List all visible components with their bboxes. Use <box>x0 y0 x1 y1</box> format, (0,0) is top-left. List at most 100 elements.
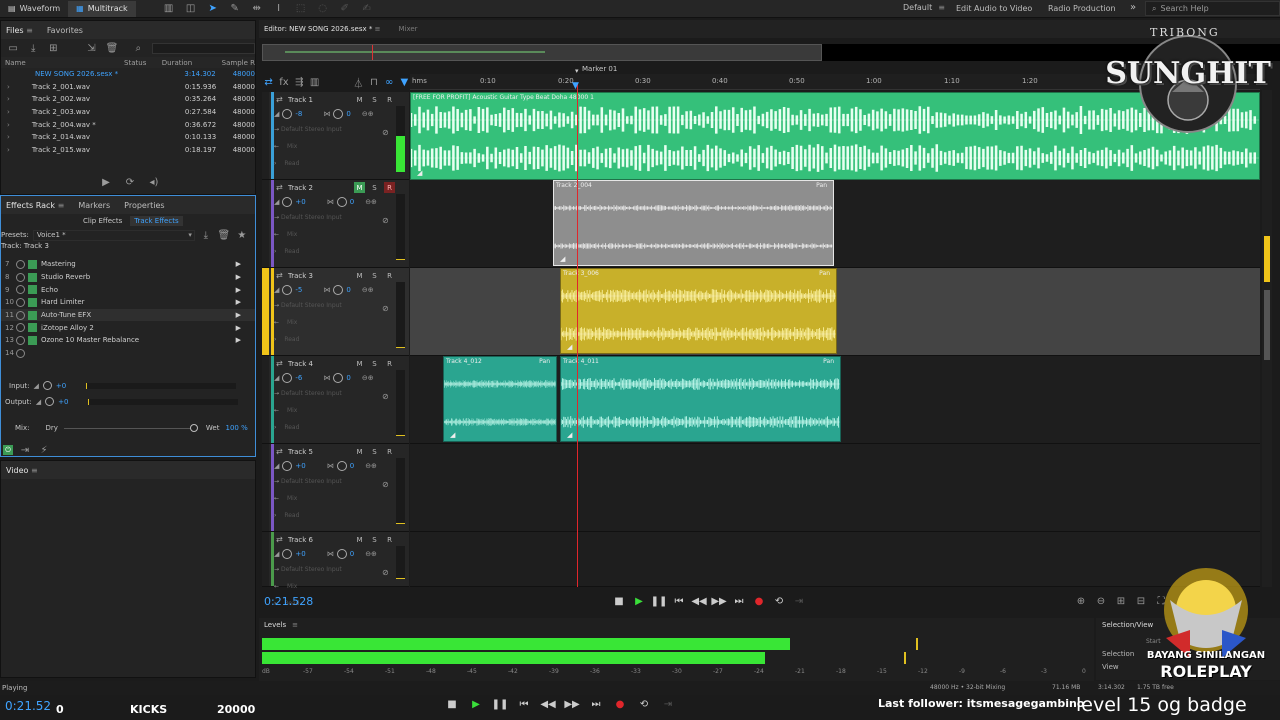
autoplay-icon[interactable]: ◂) <box>147 175 161 189</box>
tab-effects-rack[interactable]: Effects Rack ≡ <box>6 201 64 210</box>
solo-button[interactable]: S <box>369 358 380 369</box>
clip-pan-label[interactable]: Pan <box>539 358 550 365</box>
mini-loop-icon[interactable]: ⟲ <box>637 697 651 711</box>
files-search-input[interactable] <box>152 42 255 54</box>
eq-icon[interactable]: ▥ <box>310 75 319 89</box>
effect-enabled-icon[interactable] <box>28 335 37 345</box>
track-output-select[interactable]: Mix <box>287 231 297 238</box>
automation-expand-icon[interactable]: › <box>274 160 276 167</box>
tab-video[interactable]: Video ≡ <box>6 466 38 475</box>
subtab-clip-effects[interactable]: Clip Effects <box>83 217 122 225</box>
pan-value[interactable]: 0 <box>350 462 354 470</box>
effect-slot[interactable]: 12 iZotope Alloy 2 ▶ <box>1 321 255 334</box>
import-icon[interactable]: ⤓ <box>27 41 39 55</box>
automation-expand-icon[interactable]: › <box>274 336 276 343</box>
effect-expand-icon[interactable]: ▶ <box>236 286 241 294</box>
file-row[interactable]: NEW SONG 2026.sesx * 3:14.302 48000 <box>1 68 255 81</box>
track-output-select[interactable]: Mix <box>287 143 297 150</box>
effect-power-icon[interactable] <box>16 335 25 345</box>
mute-button[interactable]: M <box>354 446 365 457</box>
pan-knob[interactable] <box>333 109 344 119</box>
marker-flag-icon[interactable]: ▼ <box>400 75 409 89</box>
tab-editor[interactable]: Editor: NEW SONG 2026.sesx * ≡ <box>264 25 380 33</box>
solo-button[interactable]: S <box>369 182 380 193</box>
track-input-select[interactable]: Default Stereo Input <box>281 126 342 133</box>
volume-knob[interactable] <box>282 461 293 471</box>
pan-knob[interactable] <box>333 285 344 295</box>
audio-clip[interactable]: Track 3_006 Pan ◢ <box>560 268 837 354</box>
vertical-scrollbar[interactable] <box>1262 90 1272 587</box>
new-file-icon[interactable]: ⊞ <box>47 41 59 55</box>
record-arm-button[interactable]: R <box>384 446 395 457</box>
tab-favorites[interactable]: Favorites <box>47 26 83 35</box>
mute-button[interactable]: M <box>354 94 365 105</box>
track-automation-select[interactable]: Read <box>284 336 299 343</box>
clip-pan-label[interactable]: Pan <box>819 270 830 277</box>
rewind-icon[interactable]: ◀◀ <box>691 594 706 608</box>
insert-effect-icon[interactable]: ⇥ <box>18 443 32 457</box>
clip-fade-icon[interactable]: ◢ <box>567 431 572 439</box>
effect-power-icon[interactable] <box>16 348 25 358</box>
track-6-lane[interactable] <box>410 532 1260 587</box>
monitor-icon[interactable]: ⊘ <box>382 392 389 401</box>
subtab-track-effects[interactable]: Track Effects <box>130 216 183 226</box>
track-output-select[interactable]: Mix <box>287 319 297 326</box>
monitor-icon[interactable]: ⊘ <box>382 304 389 313</box>
solo-button[interactable]: S <box>369 270 380 281</box>
volume-value[interactable]: +0 <box>295 462 305 470</box>
fx-icon[interactable]: fx <box>279 75 288 89</box>
effect-power-icon[interactable] <box>16 259 25 269</box>
track-input-select[interactable]: Default Stereo Input <box>281 302 342 309</box>
fast-forward-icon[interactable]: ▶▶ <box>711 594 726 608</box>
track-output-select[interactable]: Mix <box>287 583 297 590</box>
record-arm-button[interactable]: R <box>384 358 395 369</box>
track-name[interactable]: Track 2 <box>288 184 313 192</box>
search-help-input[interactable]: ⌕ Search Help <box>1145 1 1280 16</box>
effect-slot[interactable]: 14 <box>1 347 255 360</box>
effect-slot[interactable]: 9 Echo ▶ <box>1 283 255 296</box>
stop-icon[interactable]: ■ <box>612 594 626 608</box>
pan-value[interactable]: 0 <box>350 198 354 206</box>
mini-go-to-start-icon[interactable]: ⏮ <box>517 697 531 711</box>
effect-slot[interactable]: 8 Studio Reverb ▶ <box>1 271 255 284</box>
brush-icon[interactable]: ✐ <box>338 2 352 16</box>
file-row[interactable]: › Track 2_002.wav 0:35.264 48000 <box>1 93 255 106</box>
effect-slot[interactable]: 7 Mastering ▶ <box>1 258 255 271</box>
track-name[interactable]: Track 1 <box>288 96 313 104</box>
effect-expand-icon[interactable]: ▶ <box>236 324 241 332</box>
clip-fade-icon[interactable]: ◢ <box>567 343 572 351</box>
volume-knob[interactable] <box>282 197 293 207</box>
effect-expand-icon[interactable]: ▶ <box>236 336 241 344</box>
clip-fade-icon[interactable]: ◢ <box>417 169 422 177</box>
volume-knob[interactable] <box>282 373 293 383</box>
track-output-select[interactable]: Mix <box>287 407 297 414</box>
track-2-header[interactable]: ⇄ Track 2 M S R ◢ +0 ⋈ 0 ⊖⊕ → Default Stereo Input… <box>262 180 409 268</box>
volume-value[interactable]: +0 <box>295 550 305 558</box>
audio-clip[interactable]: Track 4_011 Pan ◢ <box>560 356 841 442</box>
favorite-star-icon[interactable]: ★ <box>235 228 249 242</box>
effect-power-icon[interactable] <box>16 310 25 320</box>
effect-enabled-icon[interactable] <box>28 285 37 295</box>
snap-icon[interactable]: ⊓ <box>369 75 378 89</box>
track-automation-select[interactable]: Read <box>284 248 299 255</box>
file-row[interactable]: › Track 2_004.wav * 0:36.672 48000 <box>1 118 255 131</box>
pan-knob[interactable] <box>336 549 347 559</box>
mini-rewind-icon[interactable]: ◀◀ <box>540 697 555 711</box>
insert-icon[interactable]: ⇲ <box>85 41 97 55</box>
effect-slot[interactable]: 10 Hard Limiter ▶ <box>1 296 255 309</box>
automation-expand-icon[interactable]: › <box>274 424 276 431</box>
volume-value[interactable]: -6 <box>295 374 302 382</box>
track-1-header[interactable]: ⇄ Track 1 M S R ◢ -8 ⋈ 0 ⊖⊕ → Default Stereo Input… <box>262 92 409 180</box>
pan-value[interactable]: 0 <box>346 374 350 382</box>
workspace-overflow-button[interactable]: » <box>1130 2 1136 13</box>
monitor-icon[interactable]: ⊘ <box>382 216 389 225</box>
menu-icon[interactable]: ≡ <box>292 621 298 629</box>
open-file-icon[interactable]: ▭ <box>7 41 19 55</box>
track-3-header[interactable]: ⇄ Track 3 M S R ◢ -5 ⋈ 0 ⊖⊕ → Default Stereo Input… <box>262 268 409 356</box>
pan-knob[interactable] <box>336 197 347 207</box>
file-row[interactable]: › Track 2_014.wav 0:10.133 48000 <box>1 131 255 144</box>
effect-expand-icon[interactable]: ▶ <box>236 298 241 306</box>
workspace-edit-audio-to-video[interactable]: Edit Audio to Video <box>956 4 1032 13</box>
pan-knob[interactable] <box>333 373 344 383</box>
effect-power-icon[interactable] <box>16 285 25 295</box>
